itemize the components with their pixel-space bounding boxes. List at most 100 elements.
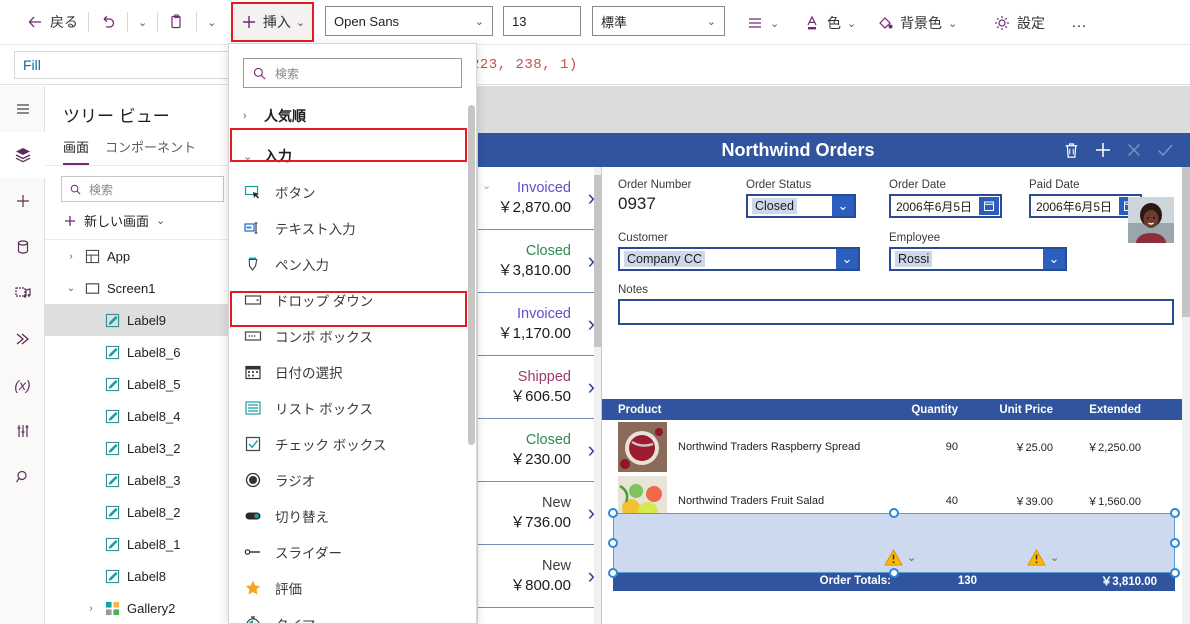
insert-item-combobox[interactable]: コンボ ボックス — [229, 318, 476, 354]
resize-handle-br[interactable] — [1170, 568, 1180, 578]
insert-item-slider[interactable]: スライダー — [229, 534, 476, 570]
new-screen-label: 新しい画面 — [84, 214, 150, 229]
font-family-select[interactable]: Open Sans ⌄ — [325, 6, 493, 36]
formula-input[interactable]: 223, 238, 1) — [471, 57, 578, 73]
insert-button[interactable]: 挿入 ⌄ — [231, 2, 314, 42]
layers-icon[interactable] — [0, 132, 45, 178]
resize-handle-bl[interactable] — [608, 568, 618, 578]
font-size-input[interactable]: 13 — [503, 6, 581, 36]
gallery-item[interactable]: Closed ￥230.00 › — [478, 419, 601, 482]
chevron-down-icon[interactable]: ⌄ — [1050, 551, 1059, 564]
insert-item-calendar[interactable]: 日付の選択 — [229, 354, 476, 390]
settings-button[interactable]: 設定 — [985, 6, 1053, 40]
overflow-button[interactable]: … — [1063, 6, 1095, 40]
resize-handle-tc[interactable] — [889, 508, 899, 518]
tree-node-toggle[interactable]: › — [64, 251, 78, 262]
gallery-item[interactable]: ⌄ Invoiced ￥2,870.00 › — [478, 167, 601, 230]
variables-icon[interactable]: (x) — [0, 362, 45, 408]
insert-item-button[interactable]: ボタン — [229, 174, 476, 210]
tree-node-label8_5[interactable]: Label8_5 — [45, 368, 234, 400]
resize-handle-ml[interactable] — [608, 538, 618, 548]
insert-menu-scrollbar[interactable] — [468, 105, 475, 445]
cell-unit-price: ￥25.00 — [1014, 442, 1053, 454]
insert-item-toggle[interactable]: 切り替え — [229, 498, 476, 534]
align-button[interactable]: ⌄ — [738, 6, 787, 40]
gallery-item[interactable]: New ￥736.00 › — [478, 482, 601, 545]
order-status-dropdown[interactable]: Closed ⌄ — [746, 194, 856, 218]
chevron-down-icon[interactable]: ⌄ — [907, 551, 916, 564]
undo-dropdown[interactable]: ⌄ — [130, 5, 155, 39]
tree-node-label9[interactable]: Label9 — [45, 304, 234, 336]
font-weight-select[interactable]: 標準 ⌄ — [592, 6, 725, 36]
divider — [88, 12, 89, 32]
gallery-item-status: Invoiced — [516, 179, 571, 196]
insert-search-input[interactable]: 検索 — [243, 58, 462, 88]
tree-node-label3_2[interactable]: Label3_2 — [45, 432, 234, 464]
tree-node-toggle[interactable]: ⌄ — [64, 283, 78, 294]
tree-node-label8_3[interactable]: Label8_3 — [45, 464, 234, 496]
chevron-down-icon: ⌄ — [770, 17, 780, 30]
cell-quantity: 90 — [945, 441, 958, 453]
tab-screens[interactable]: 画面 — [63, 137, 90, 165]
gallery-item[interactable]: Closed ￥3,810.00 › — [478, 230, 601, 293]
tools-icon[interactable] — [0, 408, 45, 454]
search-icon[interactable] — [0, 454, 45, 500]
warning-quantity[interactable]: ⌄ — [884, 549, 916, 566]
tree-search-input[interactable]: 検索 — [61, 176, 224, 202]
tree-node-label8_6[interactable]: Label8_6 — [45, 336, 234, 368]
gallery-item[interactable]: New ￥800.00 › — [478, 545, 601, 608]
tree-view-title: ツリー ビュー — [63, 107, 170, 126]
tree-node-label8_1[interactable]: Label8_1 — [45, 528, 234, 560]
back-button[interactable]: 戻る — [18, 5, 86, 39]
order-date-picker[interactable]: 2006年6月5日 — [889, 194, 1002, 218]
tree-node-toggle[interactable]: › — [84, 603, 98, 614]
insert-item-text-input[interactable]: テキスト入力 — [229, 210, 476, 246]
gallery-scrollbar[interactable] — [594, 167, 601, 624]
data-icon[interactable] — [0, 224, 45, 270]
app-scrollbar[interactable] — [1182, 167, 1190, 624]
power-automate-icon[interactable] — [0, 316, 45, 362]
resize-handle-tl[interactable] — [608, 508, 618, 518]
new-order-icon[interactable] — [1089, 137, 1116, 164]
insert-plus-icon[interactable] — [0, 178, 45, 224]
new-screen-button[interactable]: 新しい画面 ⌄ — [45, 202, 234, 240]
insert-item-radio[interactable]: ラジオ — [229, 462, 476, 498]
insert-item-star[interactable]: 評価 — [229, 570, 476, 606]
tree-node-label8_2[interactable]: Label8_2 — [45, 496, 234, 528]
insert-item-listbox[interactable]: リスト ボックス — [229, 390, 476, 426]
font-size-value: 13 — [512, 13, 527, 29]
employee-dropdown[interactable]: Rossi ⌄ — [889, 247, 1067, 271]
paste-dropdown[interactable]: ⌄ — [199, 5, 224, 39]
resize-handle-mr[interactable] — [1170, 538, 1180, 548]
notes-input[interactable] — [618, 299, 1174, 325]
insert-group-popular[interactable]: › 人気順 — [229, 98, 476, 134]
tree-node-gallery2[interactable]: › Gallery2 — [45, 592, 234, 624]
column-unit-price: Unit Price — [999, 403, 1053, 416]
insert-group-input[interactable]: ⌄ 入力 — [229, 138, 476, 174]
undo-button[interactable] — [91, 5, 125, 39]
tab-components[interactable]: コンポーネント — [105, 137, 196, 165]
customer-dropdown[interactable]: Company CC ⌄ — [618, 247, 860, 271]
warning-extended[interactable]: ⌄ — [1027, 549, 1059, 566]
font-color-button[interactable]: 色 ⌄ — [795, 6, 864, 40]
tree-node-screen1[interactable]: ⌄ Screen1 — [45, 272, 234, 304]
resize-handle-bc[interactable] — [889, 568, 899, 578]
tree-node-app[interactable]: › App — [45, 240, 234, 272]
media-icon[interactable] — [0, 270, 45, 316]
background-color-button[interactable]: 背景色 ⌄ — [868, 6, 965, 40]
overflow-label: … — [1071, 14, 1087, 31]
gallery-item[interactable]: Invoiced ￥1,170.00 › — [478, 293, 601, 356]
resize-handle-tr[interactable] — [1170, 508, 1180, 518]
insert-item-pen-input[interactable]: ペン入力 — [229, 246, 476, 282]
insert-item-timer[interactable]: タイマー — [229, 606, 476, 623]
delete-order-icon[interactable] — [1058, 137, 1085, 164]
gallery-item[interactable]: Shipped ￥606.50 › — [478, 356, 601, 419]
insert-item-checkbox[interactable]: チェック ボックス — [229, 426, 476, 462]
tree-node-label8_4[interactable]: Label8_4 — [45, 400, 234, 432]
table-row[interactable]: Northwind Traders Raspberry Spread 90 ￥25.… — [602, 420, 1190, 474]
tree-node-label8[interactable]: Label8 — [45, 560, 234, 592]
menu-icon[interactable] — [0, 86, 45, 132]
insert-item-dropdown[interactable]: ドロップ ダウン — [229, 282, 476, 318]
paid-date-picker[interactable]: 2006年6月5日 — [1029, 194, 1142, 218]
paste-button[interactable] — [160, 5, 194, 39]
